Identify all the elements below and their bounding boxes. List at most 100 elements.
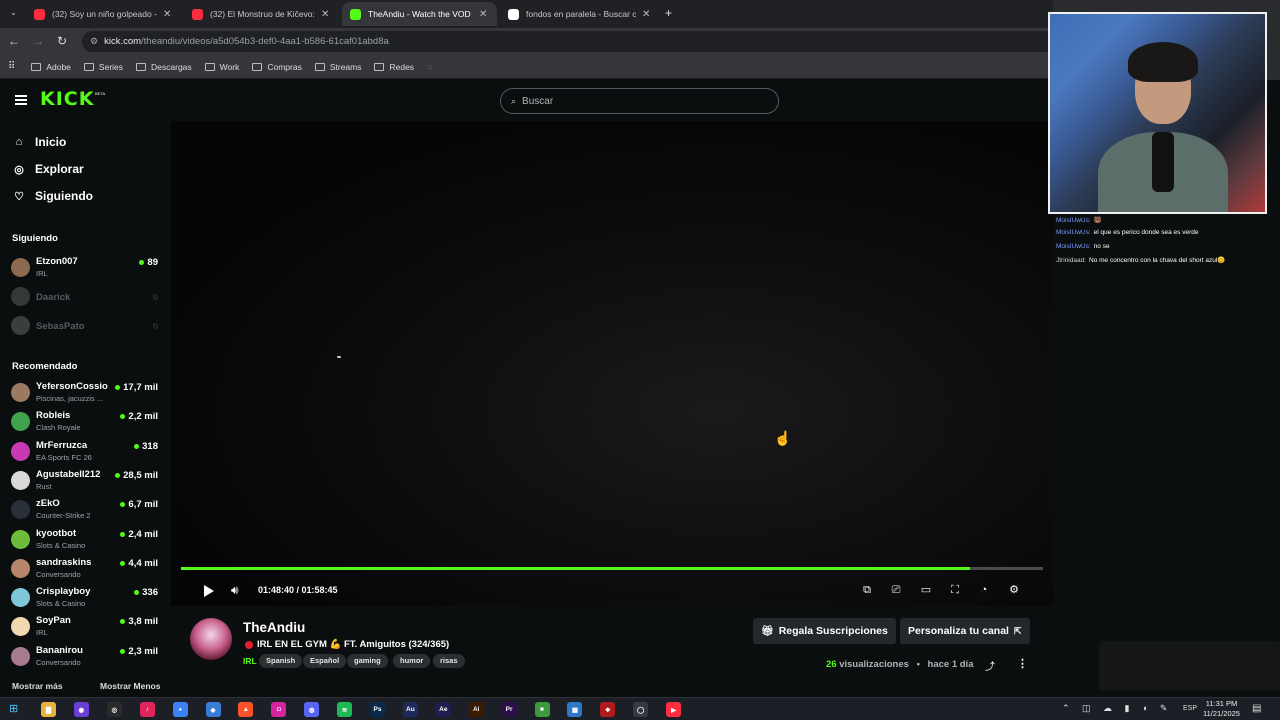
chat-username[interactable]: Jtrinidaad: [1056, 257, 1086, 264]
bookmark-folder[interactable]: Descargas [136, 62, 192, 72]
taskbar-after-effects-icon[interactable]: Ae [435, 702, 451, 717]
tab-search-icon[interactable]: ⌄ [10, 8, 17, 17]
menu-icon[interactable] [15, 95, 27, 105]
volume-icon[interactable]: 🔊︎ [231, 583, 239, 598]
taskbar-app-cube-icon[interactable]: ◆ [205, 702, 221, 717]
system-tray[interactable]: ⌃ ◫ ☁ ▮ ◖ ✎ [1062, 703, 1172, 714]
stream-tag[interactable]: Español [303, 654, 347, 668]
sidebar-nav-siguiendo[interactable]: ♡ Siguiendo [12, 189, 93, 203]
miniplayer-icon[interactable]: ⧉ [860, 583, 874, 597]
stream-tag[interactable]: Spanish [259, 654, 303, 668]
browser-tab[interactable]: (32) Soy un niño golpeado - Yo ✕ [26, 2, 181, 26]
tab-close-icon[interactable]: ✕ [479, 9, 489, 20]
taskbar-spotify-icon[interactable]: ≋ [337, 702, 353, 717]
taskbar-instagram-icon[interactable]: ◘ [271, 702, 287, 717]
taskbar-app-purple-icon[interactable]: ◉ [73, 702, 89, 717]
channel-avatar[interactable] [190, 618, 232, 660]
bookmark-folder[interactable]: Redes [374, 62, 414, 72]
customize-channel-button[interactable]: Personaliza tu canal ⇱ [900, 618, 1030, 644]
language-indicator[interactable]: ESP [1183, 705, 1197, 712]
taskbar-app-red-icon[interactable]: ❖ [600, 702, 616, 717]
taskbar-youtube-music-icon[interactable]: ▶ [666, 702, 682, 717]
browser-tab[interactable]: (32) El Monstruo de Kičevo: un ✕ [184, 2, 339, 26]
taskbar-audition-icon[interactable]: Au [402, 702, 418, 717]
sidebar-channel[interactable]: zEkO Counter-Strike 2 6,7 mil [11, 496, 161, 524]
gift-subscriptions-button[interactable]: 🎁︎ Regala Suscripciones [753, 618, 896, 644]
bookmark-extension-icon[interactable]: ◌ [427, 62, 432, 72]
sidebar-nav-explorar[interactable]: ◎ Explorar [12, 162, 84, 176]
bookmark-folder[interactable]: Series [83, 62, 123, 72]
stream-tag[interactable]: risas [433, 654, 465, 668]
tab-close-icon[interactable]: ✕ [163, 9, 173, 20]
taskbar-app-red-ring-icon[interactable]: ◎ [106, 702, 122, 717]
progress-bar[interactable] [181, 567, 1043, 570]
sidebar-channel[interactable]: kyootbot Slots & Casino 2,4 mil [11, 526, 161, 554]
forward-icon[interactable]: → [30, 34, 46, 48]
sidebar-channel[interactable]: Etzon007 IRL 89 [11, 254, 161, 282]
sidebar-channel[interactable]: MrFerruzca EA Sports FC 26 318 [11, 438, 161, 466]
tab-close-icon[interactable]: ✕ [321, 9, 331, 20]
category-link[interactable]: IRL [243, 656, 257, 666]
video-player[interactable]: ☝ 🔊︎ 01:48:40 / 01:58:45 ⧉ ⎚ ▭ ⛶ ◔ ⚙ [171, 121, 1053, 606]
browser-tab[interactable]: fondos en paralela - Buscar con ✕ [500, 2, 660, 26]
kick-logo[interactable]: KICK [40, 88, 94, 110]
new-tab-button[interactable]: + [665, 6, 672, 20]
theater-mode-icon[interactable]: ▭ [919, 583, 933, 597]
chat-username[interactable]: MoisIUwUs: [1056, 217, 1091, 224]
folder-icon [136, 62, 147, 71]
chat-username[interactable]: MoisIUwUs: [1056, 243, 1091, 250]
share-icon[interactable]: ⤴ [985, 658, 995, 673]
taskbar-premiere-icon[interactable]: Pr [501, 702, 517, 717]
clock-date: 11/21/2025 [1203, 709, 1240, 718]
sidebar-channel[interactable]: SebasPato ⦸ [11, 312, 161, 340]
taskbar-app-ring-icon[interactable]: ◯ [633, 702, 649, 717]
play-icon[interactable] [204, 585, 214, 597]
stream-tag[interactable]: humor [393, 654, 431, 668]
fullscreen-icon[interactable]: ⛶ [948, 583, 962, 597]
apps-grid-icon[interactable]: ⠿ [8, 61, 15, 72]
bookmark-folder[interactable]: Adobe [31, 62, 71, 72]
bookmark-folder[interactable]: Work [204, 62, 239, 72]
show-more-button[interactable]: Mostrar más [12, 681, 63, 691]
url-bar[interactable]: ⚙ kick.com/theandiu/videos/a5d054b3-def0… [82, 31, 1048, 52]
windows-start-icon[interactable]: ⊞ [9, 702, 18, 715]
taskbar-tiktok-icon[interactable]: ♪ [139, 702, 155, 717]
reload-icon[interactable]: ↻ [54, 34, 70, 48]
webcam-person-hair [1128, 42, 1198, 82]
sidebar-nav-inicio[interactable]: ⌂ Inicio [12, 135, 67, 149]
notification-center-icon[interactable]: ▤ [1252, 703, 1261, 714]
clip-icon[interactable]: ⎚ [889, 583, 903, 597]
views-number: 26 [826, 659, 837, 670]
sidebar-channel[interactable]: YefersonCossio Piscinas, jacuzzis ... 17,7… [11, 379, 161, 407]
sidebar-channel[interactable]: Robleis Clash Royale 2,2 mil [11, 408, 161, 436]
chat-username[interactable]: MoisIUwUs: [1056, 229, 1091, 236]
bookmark-folder[interactable]: Compras [252, 62, 302, 72]
stream-tag[interactable]: gaming [347, 654, 388, 668]
site-info-icon[interactable]: ⚙ [90, 36, 98, 47]
taskbar-chrome-icon[interactable]: ◕ [172, 702, 188, 717]
taskbar-brave-icon[interactable]: ▲ [238, 702, 254, 717]
tab-close-icon[interactable]: ✕ [642, 9, 652, 20]
browser-tab[interactable]: TheAndiu - Watch the VOD on ✕ [342, 2, 497, 26]
taskbar-photoshop-icon[interactable]: Ps [370, 702, 385, 717]
more-options-icon[interactable]: ⋮ [1017, 657, 1028, 670]
sidebar-channel[interactable]: Bananirou Conversando 2,3 mil [11, 643, 161, 671]
taskbar-app-blue-grid-icon[interactable]: ▦ [567, 702, 583, 717]
show-less-button[interactable]: Mostrar Menos [100, 681, 160, 691]
clock[interactable]: 11:31 PM 11/21/2025 [1203, 699, 1240, 719]
sidebar-channel[interactable]: SoyPan IRL 3,8 mil [11, 613, 161, 641]
sidebar-channel[interactable]: Agustabell212 Rust 28,5 mil [11, 467, 161, 495]
sidebar-channel[interactable]: sandraskins Conversando 4,4 mil [11, 555, 161, 583]
sidebar-channel[interactable]: Daarick ⦸ [11, 283, 161, 311]
channel-name[interactable]: TheAndiu [243, 620, 305, 635]
back-icon[interactable]: ← [6, 34, 22, 48]
search-input[interactable]: ⌕ Buscar [500, 88, 779, 114]
sidebar-channel[interactable]: Crisplayboy Slots & Casino 336 [11, 584, 161, 612]
taskbar-discord-icon[interactable]: ◍ [304, 702, 320, 717]
bookmark-folder[interactable]: Streams [314, 62, 361, 72]
playback-speed-icon[interactable]: ◔ [977, 583, 991, 597]
taskbar-illustrator-icon[interactable]: Ai [468, 702, 484, 717]
settings-gear-icon[interactable]: ⚙ [1007, 583, 1021, 597]
taskbar-file-explorer-icon[interactable]: ▇ [41, 702, 56, 717]
taskbar-minecraft-icon[interactable]: ■ [534, 702, 550, 717]
